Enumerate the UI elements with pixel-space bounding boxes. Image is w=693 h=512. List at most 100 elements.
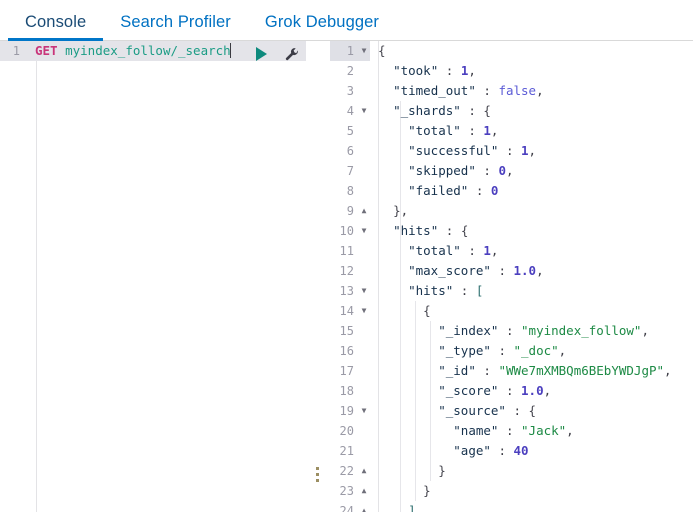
response-line-number: 18 xyxy=(339,384,354,398)
fold-collapse-icon[interactable]: ▼ xyxy=(358,101,370,121)
response-line-number: 6 xyxy=(346,144,354,158)
response-line-code: { xyxy=(423,303,431,318)
response-line-code: "hits" : { xyxy=(393,223,469,238)
response-pane: 1 ▼{2 "took" : 1, 3 "timed_out" : false, 4 ▼… xyxy=(330,41,693,512)
send-request-button[interactable] xyxy=(253,46,269,62)
console-app: Console Search Profiler Grok Debugger 1 … xyxy=(0,0,693,512)
response-line-number: 24 xyxy=(339,504,354,512)
handle-dot-3 xyxy=(316,479,319,482)
tab-console-label: Console xyxy=(25,12,87,31)
fold-collapse-icon[interactable]: ▼ xyxy=(358,401,370,421)
response-line[interactable]: 12 "max_score" : 1.0, xyxy=(330,261,693,281)
response-line[interactable]: 7 "skipped" : 0, xyxy=(330,161,693,181)
response-line[interactable]: 15 "_index" : "myindex_follow", xyxy=(330,321,693,341)
tab-grok-debugger-label: Grok Debugger xyxy=(264,12,379,31)
tab-search-profiler[interactable]: Search Profiler xyxy=(103,12,248,41)
response-line-code: "_source" : { xyxy=(438,403,537,418)
response-line-number: 9 xyxy=(346,204,354,218)
response-line-number: 12 xyxy=(339,264,354,278)
response-line-number: 13 xyxy=(339,284,354,298)
response-lines: 1 ▼{2 "took" : 1, 3 "timed_out" : false, 4 ▼… xyxy=(330,41,693,512)
response-line[interactable]: 23 ▲ } xyxy=(330,481,693,501)
response-line-number: 19 xyxy=(339,404,354,418)
response-line[interactable]: 2 "took" : 1, xyxy=(330,61,693,81)
request-space xyxy=(58,43,66,58)
fold-expand-icon[interactable]: ▲ xyxy=(358,201,370,221)
response-line-code: } xyxy=(423,483,431,498)
response-line[interactable]: 24 ▲ ] xyxy=(330,501,693,512)
response-line-code: "took" : 1, xyxy=(393,63,476,78)
response-line[interactable]: 6 "successful" : 1, xyxy=(330,141,693,161)
tab-grok-debugger[interactable]: Grok Debugger xyxy=(248,12,396,41)
response-line[interactable]: 16 "_type" : "_doc", xyxy=(330,341,693,361)
response-line[interactable]: 10 ▼ "hits" : { xyxy=(330,221,693,241)
pane-splitter[interactable] xyxy=(306,41,330,512)
response-line-code: }, xyxy=(393,203,409,218)
response-line-code: "age" : 40 xyxy=(453,443,529,458)
request-gutter-divider xyxy=(36,41,37,512)
response-line-code: "max_score" : 1.0, xyxy=(408,263,544,278)
fold-collapse-icon[interactable]: ▼ xyxy=(358,41,370,61)
response-line[interactable]: 18 "_score" : 1.0, xyxy=(330,381,693,401)
response-line[interactable]: 19 ▼ "_source" : { xyxy=(330,401,693,421)
response-line[interactable]: 13 ▼ "hits" : [ xyxy=(330,281,693,301)
response-line-number: 22 xyxy=(339,464,354,478)
handle-dot-2 xyxy=(316,473,319,476)
request-actions xyxy=(253,44,299,64)
request-options-button[interactable] xyxy=(283,46,299,62)
response-line[interactable]: 4 ▼ "_shards" : { xyxy=(330,101,693,121)
response-line-number: 7 xyxy=(346,164,354,178)
response-line-code: "_index" : "myindex_follow", xyxy=(438,323,649,338)
response-line[interactable]: 17 "_id" : "WWe7mXMBQm6BEbYWDJgP", xyxy=(330,361,693,381)
response-line[interactable]: 5 "total" : 1, xyxy=(330,121,693,141)
request-editor[interactable]: 1 GET myindex_follow/_search xyxy=(0,41,306,512)
fold-collapse-icon[interactable]: ▼ xyxy=(358,301,370,321)
response-line-code: "total" : 1, xyxy=(408,243,499,258)
response-line-number: 14 xyxy=(339,304,354,318)
response-line-code: "hits" : [ xyxy=(408,283,484,298)
response-line[interactable]: 8 "failed" : 0 xyxy=(330,181,693,201)
pane-resize-handle[interactable] xyxy=(316,467,320,482)
response-line[interactable]: 1 ▼ { xyxy=(330,41,693,61)
fold-collapse-icon[interactable]: ▼ xyxy=(358,221,370,241)
response-line[interactable]: 21 "age" : 40 xyxy=(330,441,693,461)
response-line[interactable]: 14 ▼ { xyxy=(330,301,693,321)
request-pane: 1 GET myindex_follow/_search xyxy=(0,41,306,512)
response-line-code: "_shards" : { xyxy=(393,103,491,118)
response-line-number: 23 xyxy=(339,484,354,498)
response-line-code: "skipped" : 0, xyxy=(408,163,514,178)
response-line-number: 17 xyxy=(339,364,354,378)
play-icon xyxy=(255,47,267,61)
response-line[interactable]: 22 ▲ } xyxy=(330,461,693,481)
fold-expand-icon[interactable]: ▲ xyxy=(358,481,370,501)
response-line-code: } xyxy=(438,463,446,478)
response-line[interactable]: 9 ▲ }, xyxy=(330,201,693,221)
response-line-code: "_type" : "_doc", xyxy=(438,343,567,358)
response-line-code: ] xyxy=(408,503,416,512)
response-line[interactable]: 20 "name" : "Jack", xyxy=(330,421,693,441)
response-line-number: 11 xyxy=(339,244,354,258)
tab-search-profiler-label: Search Profiler xyxy=(120,12,231,31)
response-line[interactable]: 3 "timed_out" : false, xyxy=(330,81,693,101)
fold-expand-icon[interactable]: ▲ xyxy=(358,461,370,481)
main-tabbar: Console Search Profiler Grok Debugger xyxy=(0,0,693,41)
wrench-icon xyxy=(285,47,298,60)
fold-expand-icon[interactable]: ▲ xyxy=(358,501,370,512)
response-line-number: 15 xyxy=(339,324,354,338)
tab-console[interactable]: Console xyxy=(8,12,104,41)
fold-collapse-icon[interactable]: ▼ xyxy=(358,281,370,301)
response-line-number: 5 xyxy=(346,124,354,138)
response-line[interactable]: 11 "total" : 1, xyxy=(330,241,693,261)
response-line-number: 16 xyxy=(339,344,354,358)
response-editor[interactable]: 1 ▼{2 "took" : 1, 3 "timed_out" : false, 4 ▼… xyxy=(330,41,693,512)
